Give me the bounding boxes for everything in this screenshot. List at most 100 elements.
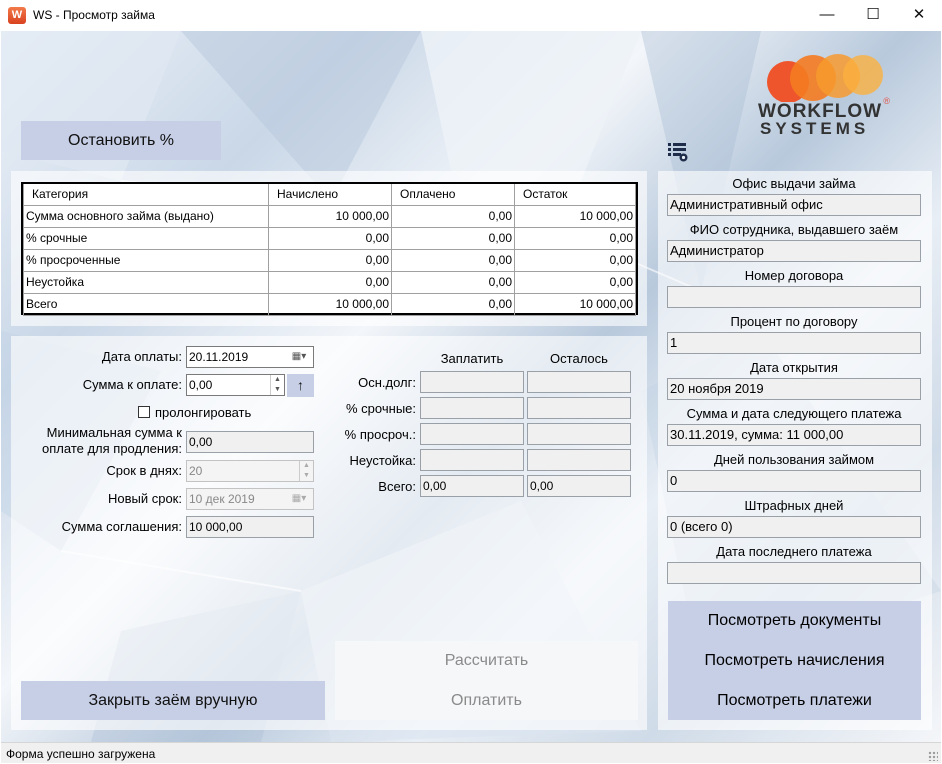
- table-cell: 10 000,00: [268, 204, 392, 228]
- breakdown-row-label: % просроч.:: [344, 427, 416, 442]
- payment-date-label: Дата оплаты:: [101, 349, 182, 364]
- close-button[interactable]: ✕: [896, 0, 942, 31]
- breakdown-row-label: Неустойка:: [349, 453, 416, 468]
- accruals-table: Категория Начислено Оплачено Остаток Сум…: [21, 182, 638, 316]
- window-title: WS - Просмотр займа: [33, 8, 155, 22]
- left-total-field: 0,00: [527, 475, 631, 497]
- logo-circles: [767, 54, 883, 102]
- left-principal-field: [527, 371, 631, 393]
- employee-field: Администратор: [667, 240, 921, 262]
- view-payments-button[interactable]: Посмотреть платежи: [668, 684, 921, 718]
- min-sum-label-line2: оплате для продления:: [42, 441, 182, 456]
- term-days-value: 20: [189, 464, 203, 478]
- table-cell: 0,00: [514, 270, 636, 294]
- penalty-days-field: 0 (всего 0): [667, 516, 921, 538]
- table-cell: 0,00: [268, 270, 392, 294]
- column-header: Начислено: [268, 184, 392, 206]
- left-interest-field: [527, 397, 631, 419]
- table-cell: Всего: [23, 292, 269, 316]
- table-cell: % срочные: [23, 226, 269, 250]
- payment-amount-value: 0,00: [189, 378, 213, 392]
- app-icon: W: [8, 7, 26, 24]
- open-date-label: Дата открытия: [750, 360, 838, 375]
- term-days-label: Срок в днях:: [106, 463, 182, 478]
- close-loan-manually-button[interactable]: Закрыть заём вручную: [21, 681, 325, 720]
- pay-button[interactable]: Оплатить: [335, 684, 638, 718]
- maximize-button[interactable]: ☐: [850, 0, 896, 31]
- table-row[interactable]: Неустойка 0,00 0,00 0,00: [23, 270, 636, 294]
- table-cell: 0,00: [391, 270, 515, 294]
- rate-field: 1: [667, 332, 921, 354]
- prolong-checkbox[interactable]: [138, 406, 150, 418]
- left-overdue-field: [527, 423, 631, 445]
- stop-percent-button[interactable]: Остановить %: [21, 121, 221, 160]
- agreement-sum-field: 10 000,00: [186, 516, 314, 538]
- calculate-button[interactable]: Рассчитать: [335, 644, 638, 678]
- fill-amount-button[interactable]: ↑: [287, 374, 314, 397]
- min-sum-field: 0,00: [186, 431, 314, 453]
- breakdown-total-label: Всего:: [378, 479, 416, 494]
- table-cell: % просроченные: [23, 248, 269, 272]
- table-cell: Сумма основного займа (выдано): [23, 204, 269, 228]
- term-days-input[interactable]: 20 ▲ ▼: [186, 460, 314, 482]
- term-days-spinner[interactable]: ▲ ▼: [299, 461, 313, 481]
- table-row[interactable]: Всего 10 000,00 0,00 10 000,00: [23, 292, 636, 316]
- resize-grip[interactable]: [928, 751, 938, 761]
- minimize-button[interactable]: —: [804, 0, 850, 31]
- view-documents-button[interactable]: Посмотреть документы: [668, 604, 921, 638]
- logo-text-systems: SYSTEMS: [760, 119, 870, 138]
- view-accruals-button[interactable]: Посмотреть начисления: [668, 644, 921, 678]
- column-pay-header: Заплатить: [440, 351, 504, 366]
- amount-spinner[interactable]: ▲ ▼: [270, 375, 284, 395]
- pay-overdue-field: [420, 423, 524, 445]
- table-row[interactable]: Сумма основного займа (выдано) 10 000,00…: [23, 204, 636, 228]
- rate-label: Процент по договору: [730, 314, 858, 329]
- title-bar: W WS - Просмотр займа — ☐ ✕: [0, 0, 942, 31]
- next-payment-field: 30.11.2019, сумма: 11 000,00: [667, 424, 921, 446]
- last-payment-field: [667, 562, 921, 584]
- table-row[interactable]: % срочные 0,00 0,00 0,00: [23, 226, 636, 250]
- status-text: Форма успешно загружена: [6, 747, 156, 761]
- logo-registered-mark: ®: [883, 96, 890, 106]
- status-bar: Форма успешно загружена: [1, 742, 941, 763]
- next-payment-label: Сумма и дата следующего платежа: [686, 406, 902, 421]
- pay-total-field: 0,00: [420, 475, 524, 497]
- breakdown-row-label: Осн.долг:: [358, 375, 416, 390]
- employee-label: ФИО сотрудника, выдавшего заём: [689, 222, 899, 237]
- table-row[interactable]: % просроченные 0,00 0,00 0,00: [23, 248, 636, 272]
- table-cell: 0,00: [268, 226, 392, 250]
- contract-number-label: Номер договора: [744, 268, 844, 283]
- last-payment-label: Дата последнего платежа: [716, 544, 872, 559]
- table-cell: 0,00: [391, 204, 515, 228]
- workflow-systems-logo: WORKFLOW ® SYSTEMS: [758, 52, 898, 138]
- days-used-field: 0: [667, 470, 921, 492]
- table-cell: 0,00: [391, 292, 515, 316]
- table-cell: Неустойка: [23, 270, 269, 294]
- table-cell: 10 000,00: [514, 204, 636, 228]
- payment-date-picker[interactable]: 20.11.2019 ▦▾: [186, 346, 314, 368]
- list-gear-icon[interactable]: [667, 141, 689, 163]
- table-cell: 0,00: [514, 248, 636, 272]
- column-header: Остаток: [514, 184, 636, 206]
- calendar-icon[interactable]: ▦▾: [287, 491, 311, 507]
- pay-interest-field: [420, 397, 524, 419]
- contract-number-field: [667, 286, 921, 308]
- calendar-icon[interactable]: ▦▾: [287, 349, 311, 365]
- new-term-picker[interactable]: 10 дек 2019 ▦▾: [186, 488, 314, 510]
- payment-amount-label: Сумма к оплате:: [82, 377, 182, 392]
- table-cell: 0,00: [391, 226, 515, 250]
- table-header-row: Категория Начислено Оплачено Остаток: [23, 184, 636, 206]
- prolong-label: пролонгировать: [155, 405, 252, 420]
- left-penalty-field: [527, 449, 631, 471]
- payment-amount-input[interactable]: 0,00 ▲ ▼: [186, 374, 285, 396]
- new-term-value: 10 дек 2019: [189, 492, 255, 506]
- table-cell: 0,00: [391, 248, 515, 272]
- open-date-field: 20 ноября 2019: [667, 378, 921, 400]
- breakdown-row-label: % срочные:: [346, 401, 416, 416]
- office-field: Административный офис: [667, 194, 921, 216]
- column-left-header: Осталось: [550, 351, 608, 366]
- new-term-label: Новый срок:: [107, 491, 182, 506]
- table-cell: 10 000,00: [514, 292, 636, 316]
- agreement-sum-label: Сумма соглашения:: [61, 519, 182, 534]
- payment-date-value: 20.11.2019: [189, 350, 249, 364]
